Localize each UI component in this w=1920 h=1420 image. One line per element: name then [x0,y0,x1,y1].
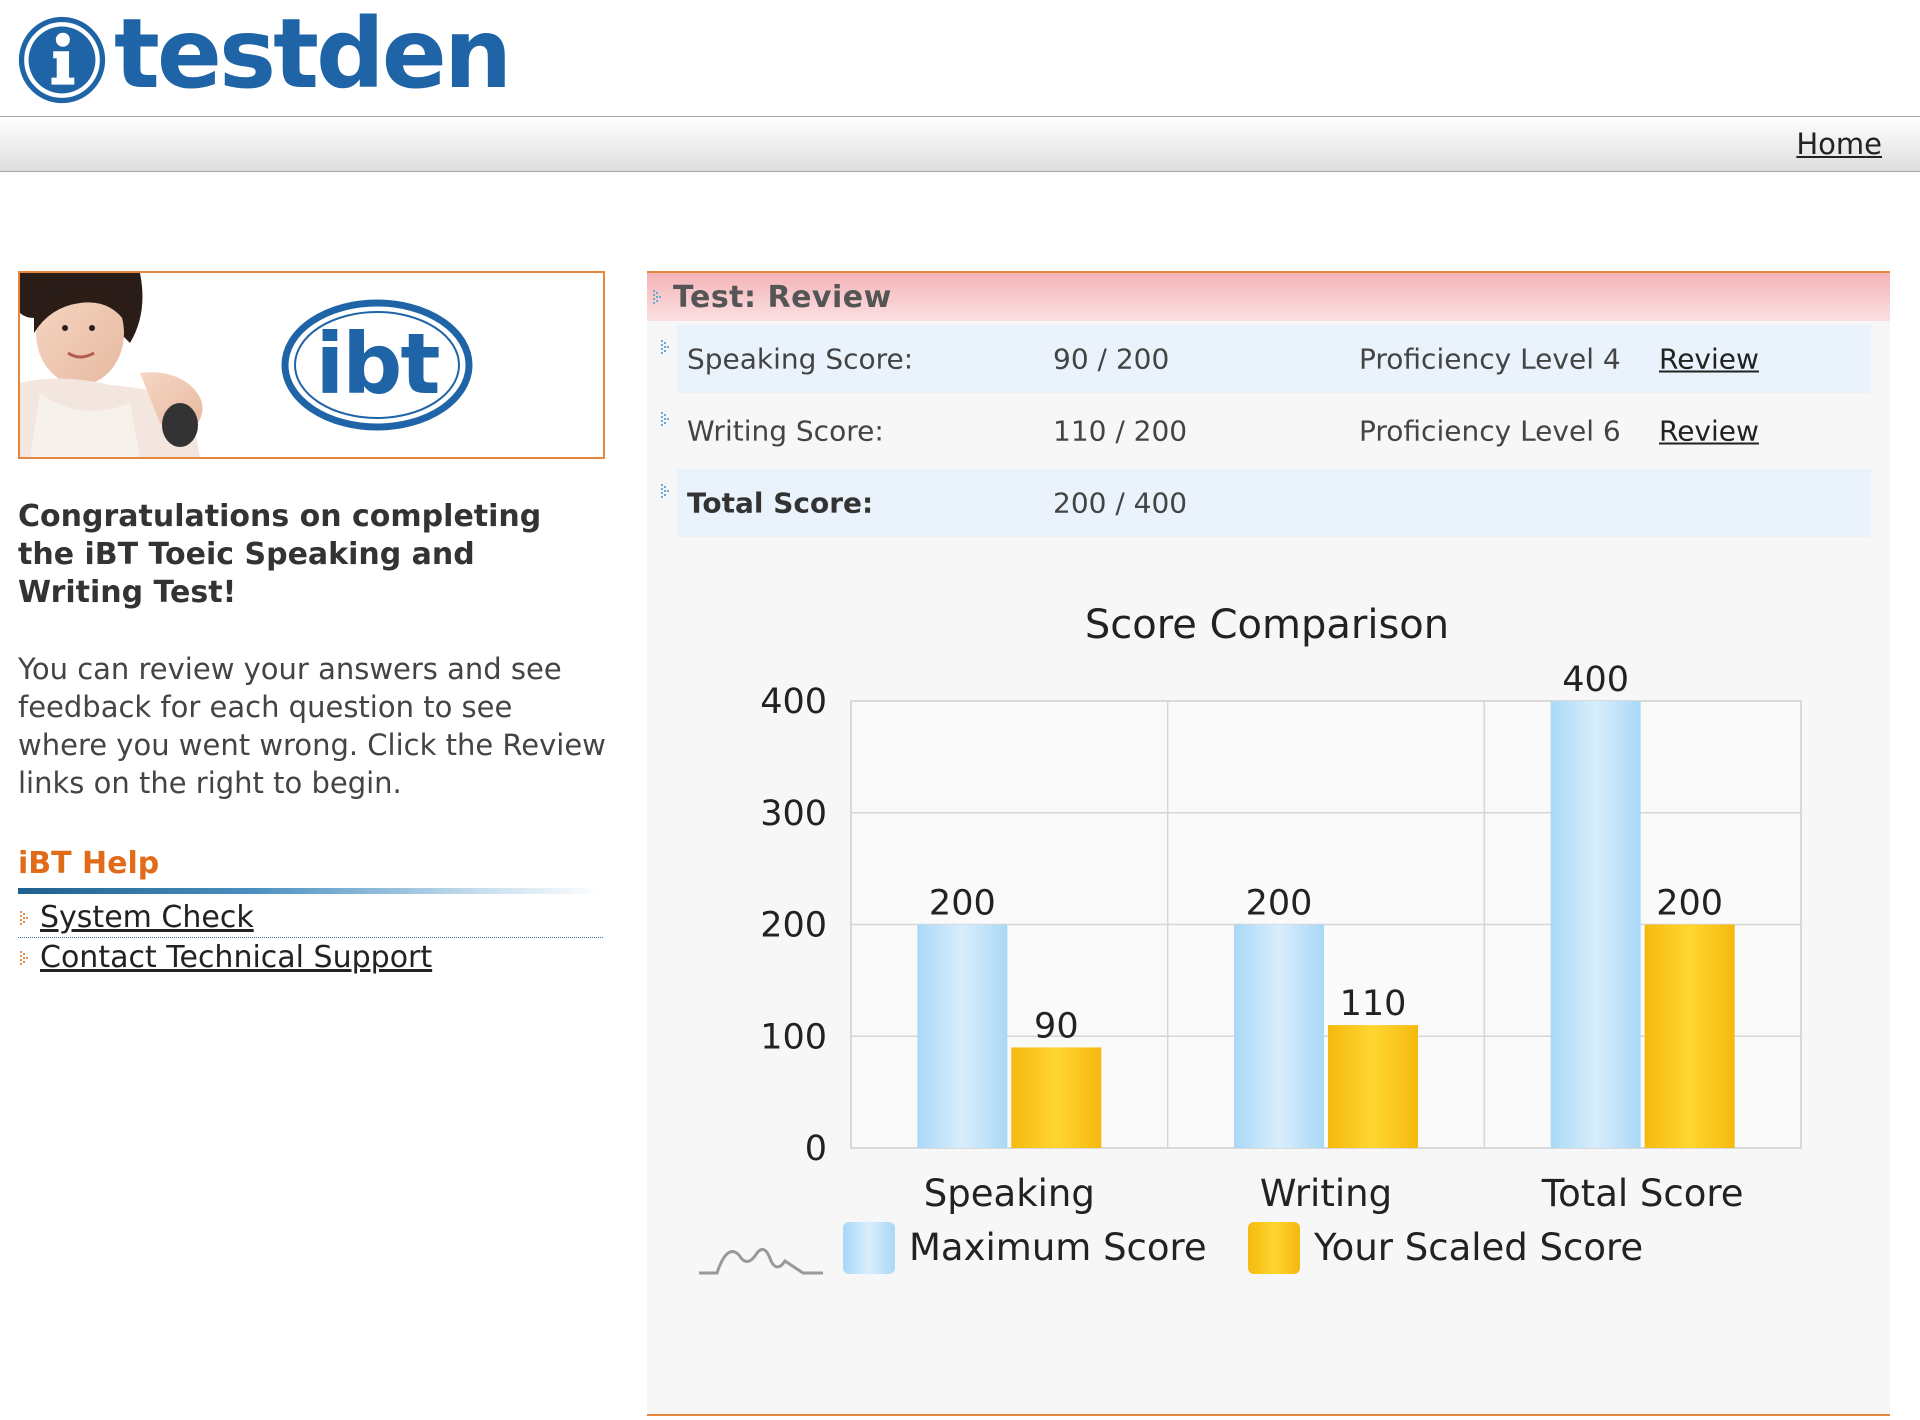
system-check-link[interactable]: System Check [40,900,254,935]
home-link[interactable]: Home [1796,127,1882,161]
speaking-score-label: Speaking Score: [687,342,914,376]
help-divider [18,888,603,894]
x-tick-label: Speaking [924,1172,1095,1215]
logo-text: testden [114,0,512,110]
data-label: 200 [929,884,996,924]
y-tick-label: 300 [760,794,827,834]
chart-title: Score Comparison [1085,602,1449,648]
speaking-score-value: 90 / 200 [1053,342,1170,376]
score-row-writing: Writing Score: 110 / 200 Proficiency Lev… [659,397,1871,465]
legend-swatch-your-scaled-score[interactable] [1248,1222,1300,1274]
blue-bullet-icon [661,340,669,354]
review-panel: Test: Review Speaking Score: 90 / 200 Pr… [647,271,1890,1416]
panel-header: Test: Review [647,273,1890,321]
bar-your-scaled-score-writing[interactable] [1328,1025,1418,1148]
bar-your-scaled-score-speaking[interactable] [1011,1047,1102,1148]
x-tick-label: Writing [1260,1172,1392,1215]
info-icon [18,16,106,104]
writing-proficiency-level: Proficiency Level 6 [1359,414,1621,448]
writing-score-label: Writing Score: [687,414,884,448]
contact-support-link[interactable]: Contact Technical Support [40,940,432,975]
y-tick-label: 400 [760,682,827,722]
orange-bullet-icon [20,950,28,965]
nav-bar: Home [0,116,1920,172]
speaking-proficiency-level: Proficiency Level 4 [1359,342,1621,376]
congrats-heading: Congratulations on completing the iBT To… [18,499,542,610]
ibt-banner: ibt [18,271,605,459]
bar-maximum-score-speaking[interactable] [917,924,1008,1149]
score-row-total: Total Score: 200 / 400 [659,469,1871,537]
total-score-label: Total Score: [687,486,874,520]
bar-maximum-score-writing[interactable] [1234,924,1324,1149]
help-item-contact-support: Contact Technical Support [18,940,432,975]
legend-label[interactable]: Maximum Score [909,1226,1207,1269]
y-tick-label: 0 [805,1129,827,1169]
data-label: 200 [1246,884,1313,924]
chart-legend: Maximum Score Your Scaled Score [843,1222,1643,1274]
ibt-logo-text: ibt [315,315,439,413]
bar-your-scaled-score-total-score[interactable] [1644,924,1735,1149]
total-score-value: 200 / 400 [1053,486,1188,520]
score-comparison-chart: Score Comparison 0 100 200 300 400 200 90 Speak… [699,602,1802,1275]
data-label: 90 [1034,1006,1079,1046]
data-label: 110 [1340,984,1407,1024]
help-item-system-check: System Check [18,900,603,938]
speaking-review-link[interactable]: Review [1659,343,1759,376]
blue-bullet-icon [661,412,669,426]
panel-title: Test: Review [673,279,892,315]
testden-logo[interactable]: testden [18,0,512,112]
site-header: testden [0,0,1920,116]
orange-bullet-icon [20,910,28,925]
bar-maximum-score-total-score[interactable] [1550,701,1641,1148]
legend-label[interactable]: Your Scaled Score [1313,1226,1643,1269]
writing-review-link[interactable]: Review [1659,415,1759,448]
banner-image: ibt [20,273,603,457]
score-row-speaking: Speaking Score: 90 / 200 Proficiency Lev… [659,325,1871,393]
y-tick-label: 100 [760,1017,827,1057]
ibt-logo: ibt [281,299,473,431]
data-label: 200 [1656,884,1723,924]
x-tick-label: Total Score [1541,1172,1744,1215]
intro-text: You can review your answers and see feed… [18,652,606,800]
legend-swatch-maximum-score[interactable] [843,1222,895,1274]
help-title: iBT Help [18,846,160,881]
blue-bullet-icon [653,290,661,304]
y-tick-label: 200 [760,906,827,946]
data-label: 400 [1562,660,1629,700]
blue-bullet-icon [661,484,669,498]
highcharts-icon [699,1247,823,1275]
writing-score-value: 110 / 200 [1053,414,1188,448]
